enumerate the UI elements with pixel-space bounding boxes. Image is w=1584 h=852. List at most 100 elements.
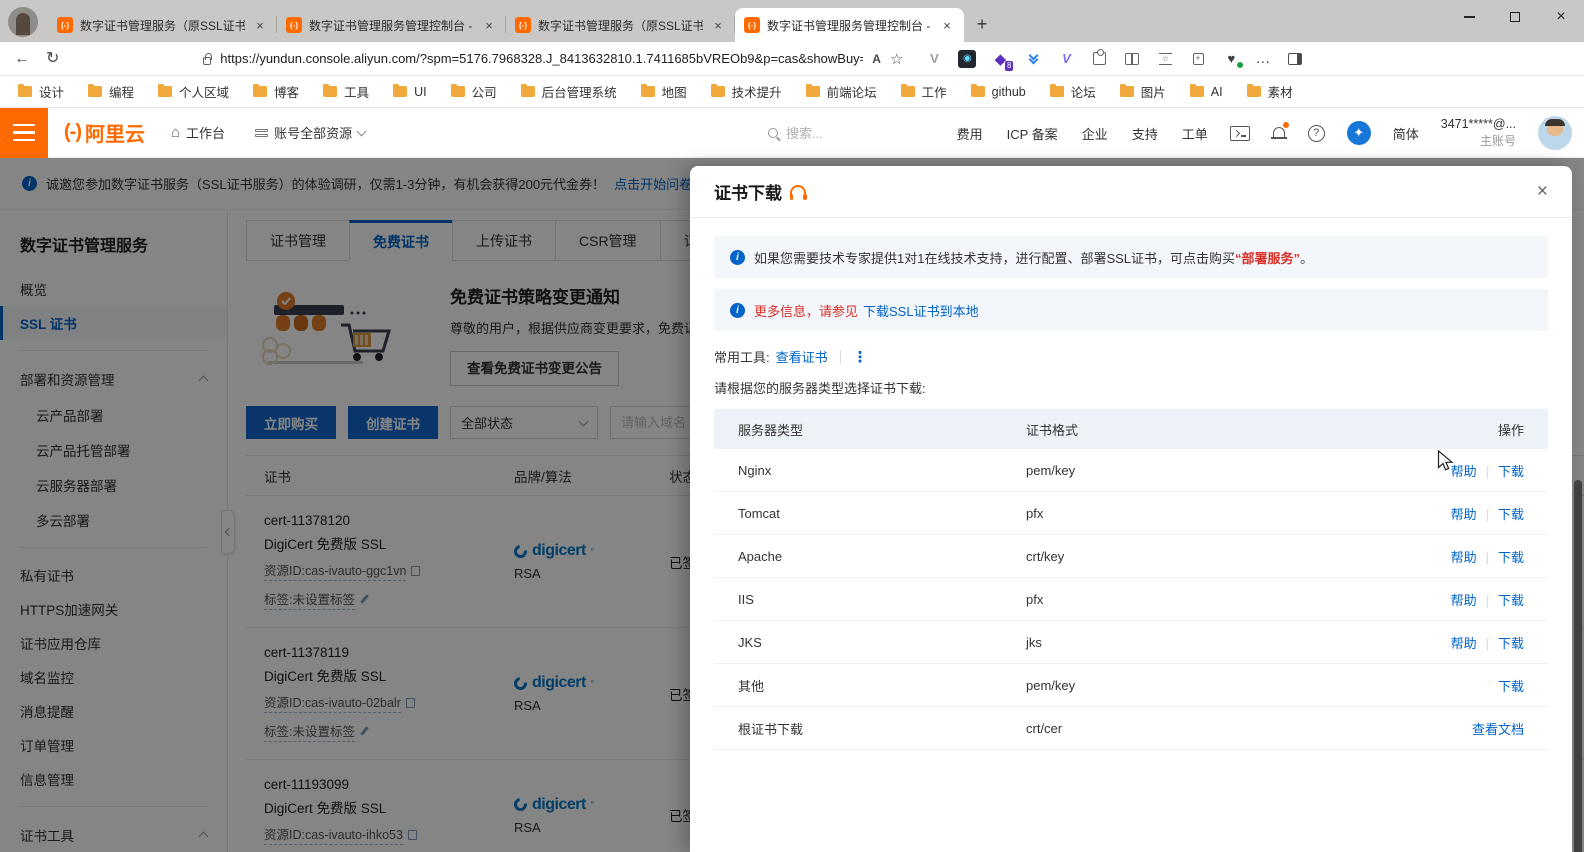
minimize-button[interactable] xyxy=(1446,0,1492,34)
address-bar[interactable]: https://yundun.console.aliyun.com/?spm=5… xyxy=(203,50,903,68)
view-doc-link[interactable]: 查看文档 xyxy=(1472,722,1524,737)
download-link[interactable]: 下载 xyxy=(1498,507,1524,522)
header-nav-item[interactable]: 费用 xyxy=(957,124,983,143)
bookmark-folder[interactable]: AI xyxy=(1189,83,1223,99)
scroll-capture-icon[interactable] xyxy=(1024,50,1042,68)
folder-icon xyxy=(253,83,268,97)
extensions-puzzle-icon[interactable] xyxy=(1090,49,1108,68)
workbench-link[interactable]: ⌂ 工作台 xyxy=(171,123,225,142)
hamburger-menu-button[interactable] xyxy=(0,107,48,158)
help-link[interactable]: 帮助 xyxy=(1451,636,1477,651)
notifications-bell-icon[interactable] xyxy=(1270,121,1289,141)
bookmark-folder[interactable]: 前端论坛 xyxy=(805,82,877,101)
browser-essentials-icon[interactable]: ♥ xyxy=(1222,50,1244,68)
bookmark-folder[interactable]: github xyxy=(970,83,1026,99)
search-input[interactable] xyxy=(786,125,906,141)
help-icon[interactable]: ? xyxy=(1307,124,1325,142)
deploy-service-link[interactable]: “部署服务” xyxy=(1235,251,1300,266)
download-row-tomcat: Tomcat pfx 帮助 | 下载 xyxy=(714,492,1548,535)
tools-label: 常用工具: xyxy=(714,350,770,365)
bookmark-folder[interactable]: 工作 xyxy=(900,82,947,101)
help-link[interactable]: 帮助 xyxy=(1451,593,1477,608)
more-tools-icon[interactable]: ⋮ xyxy=(853,348,869,366)
extension-diamond-icon[interactable]: ◆ 8 xyxy=(991,50,1014,71)
browser-toolbar: ← ↻ https://yundun.console.aliyun.com/?s… xyxy=(0,42,1584,76)
browser-tab-2[interactable]: (-) 数字证书管理服务管理控制台 - S × xyxy=(277,8,506,42)
browser-tab-3[interactable]: (-) 数字证书管理服务（原SSL证书） × xyxy=(506,8,735,42)
tab-close-icon[interactable]: × xyxy=(481,17,497,33)
help-link[interactable]: 帮助 xyxy=(1451,550,1477,565)
settings-more-icon[interactable]: … xyxy=(1255,50,1271,67)
sidebar-toggle-icon[interactable] xyxy=(1286,50,1304,68)
bookmark-label: UI xyxy=(414,84,427,99)
account-info[interactable]: 3471*****@... 主账号 xyxy=(1441,116,1516,149)
server-type: JKS xyxy=(738,634,762,650)
download-link[interactable]: 下载 xyxy=(1498,550,1524,565)
url-text[interactable]: https://yundun.console.aliyun.com/?spm=5… xyxy=(220,51,863,66)
cloudshell-icon[interactable] xyxy=(1229,125,1250,141)
bookmark-folder[interactable]: 工具 xyxy=(323,82,369,101)
bookmark-folder[interactable]: 论坛 xyxy=(1049,82,1096,101)
tab-close-icon[interactable]: × xyxy=(252,17,268,33)
tab-close-icon[interactable]: × xyxy=(710,17,726,33)
collections-icon[interactable]: ☆ xyxy=(1156,50,1174,68)
more-info-infobox: i 更多信息，请参见 下载SSL证书到本地 xyxy=(714,289,1548,331)
browser-tab-4-active[interactable]: (-) 数字证书管理服务管理控制台 - S × xyxy=(735,8,964,42)
bookmark-folder[interactable]: 地图 xyxy=(640,82,687,101)
close-icon[interactable]: × xyxy=(1537,181,1548,203)
maximize-button[interactable] xyxy=(1492,0,1538,34)
bookmark-label: 技术提升 xyxy=(731,86,782,100)
view-cert-link[interactable]: 查看证书 xyxy=(776,347,828,366)
header-nav-item[interactable]: 工单 xyxy=(1182,124,1208,143)
deploy-service-infobox: i 如果您需要技术专家提供1对1在线技术支持，进行配置、部署SSL证书，可点击购… xyxy=(714,236,1548,278)
vuetify-icon[interactable]: V xyxy=(1057,50,1075,68)
bookmark-folder[interactable]: 公司 xyxy=(450,82,497,101)
split-screen-icon[interactable] xyxy=(1123,50,1141,68)
back-icon[interactable]: ← xyxy=(14,50,30,67)
download-link[interactable]: 下载 xyxy=(1498,636,1524,651)
bookmark-folder[interactable]: 设计 xyxy=(18,82,64,101)
bookmark-folder[interactable]: 素材 xyxy=(1246,82,1293,101)
extensions-row: V ◉ ◆8 V ☆ ♥ … xyxy=(925,49,1304,71)
user-avatar[interactable] xyxy=(1538,116,1572,150)
new-tab-button[interactable]: + xyxy=(968,10,996,38)
bookmark-folder[interactable]: UI xyxy=(393,83,427,99)
download-ssl-doc-link[interactable]: 下载SSL证书到本地 xyxy=(863,301,979,320)
download-link[interactable]: 下载 xyxy=(1498,464,1524,479)
server-type: IIS xyxy=(738,591,754,607)
read-aloud-icon[interactable]: A xyxy=(872,52,881,66)
refresh-icon[interactable]: ↻ xyxy=(46,50,59,67)
download-row-nginx: Nginx pem/key 帮助 | 下载 xyxy=(714,449,1548,492)
bookmark-folder[interactable]: 技术提升 xyxy=(710,82,782,101)
bookmark-folder[interactable]: 博客 xyxy=(253,82,299,101)
scrollbar[interactable] xyxy=(1574,480,1582,852)
bookmark-folder[interactable]: 后台管理系统 xyxy=(520,82,617,101)
folder-icon xyxy=(710,83,725,97)
react-devtools-icon[interactable]: ◉ xyxy=(958,49,977,68)
copy-link-icon[interactable] xyxy=(1189,49,1208,68)
header-nav-item[interactable]: 企业 xyxy=(1082,124,1108,143)
language-switch[interactable]: 简体 xyxy=(1393,124,1419,143)
bookmark-folder[interactable]: 图片 xyxy=(1119,82,1166,101)
vue-devtools-icon[interactable]: V xyxy=(925,50,943,68)
favorite-star-icon[interactable]: ☆ xyxy=(890,50,903,68)
headset-support-icon[interactable] xyxy=(789,184,807,200)
browser-profile-avatar[interactable] xyxy=(8,7,38,37)
aliyun-logo[interactable]: (-) 阿里云 xyxy=(64,118,145,147)
browser-tab-1[interactable]: (-) 数字证书管理服务（原SSL证书） × xyxy=(48,8,277,42)
download-link[interactable]: 下载 xyxy=(1498,679,1524,694)
bookmarks-bar: 设计 编程 个人区域 博客 工具 UI 公司 后台管理系统 地图 技术提升 前端… xyxy=(0,76,1584,108)
window-close-button[interactable]: × xyxy=(1538,0,1584,34)
bookmark-folder[interactable]: 个人区域 xyxy=(158,82,229,101)
download-link[interactable]: 下载 xyxy=(1498,593,1524,608)
console-search[interactable] xyxy=(768,108,906,158)
bookmark-folder[interactable]: 编程 xyxy=(88,82,134,101)
header-nav-item[interactable]: 支持 xyxy=(1132,124,1158,143)
folder-icon xyxy=(805,83,820,97)
header-nav-item[interactable]: ICP 备案 xyxy=(1007,124,1058,143)
lock-icon[interactable] xyxy=(203,52,213,65)
help-link[interactable]: 帮助 xyxy=(1451,507,1477,522)
app-star-icon[interactable]: ✦ xyxy=(1346,121,1371,145)
tab-close-icon[interactable]: × xyxy=(939,17,955,33)
all-resources-dropdown[interactable]: 账号全部资源 xyxy=(255,123,367,142)
